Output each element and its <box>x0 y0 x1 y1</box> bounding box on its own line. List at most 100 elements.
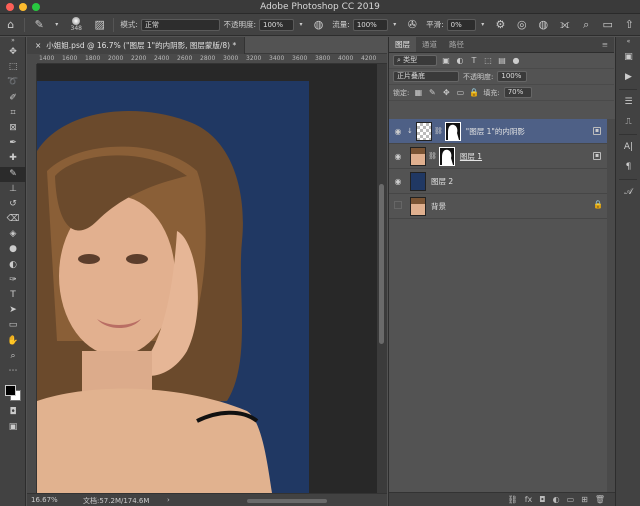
frame-tool-icon[interactable]: ⊠ <box>0 121 26 136</box>
workspace-icon[interactable]: ▭ <box>600 17 615 33</box>
hand-tool-icon[interactable]: ✋ <box>0 334 26 349</box>
pressure-size-icon[interactable]: ◍ <box>536 17 551 33</box>
lock-position-icon[interactable]: ✥ <box>441 88 451 98</box>
layer-name[interactable]: 图层 1 <box>460 151 482 162</box>
document-tab[interactable]: × 小姐姐.psd @ 16.7% ("图层 1"的内阴影, 图层蒙版/8) * <box>27 37 246 54</box>
fill-field[interactable]: 70% <box>503 87 532 98</box>
lock-artboard-icon[interactable]: ▭ <box>455 88 465 98</box>
layer-name[interactable]: 背景 <box>431 201 446 212</box>
horizontal-scroll-thumb[interactable] <box>247 499 327 503</box>
tab-paths[interactable]: 路径 <box>443 37 470 52</box>
layer-row[interactable]: ◉ ↓ ⛓ "图层 1"的内阴影 ▪ <box>389 119 607 144</box>
home-icon[interactable]: ⌂ <box>3 17 18 33</box>
visibility-toggle-empty[interactable] <box>389 201 407 211</box>
tab-layers[interactable]: 图层 <box>389 37 416 52</box>
flow-field[interactable]: 100% <box>352 18 388 31</box>
lock-transparent-icon[interactable]: ▦ <box>413 88 423 98</box>
window-controls[interactable] <box>6 3 40 11</box>
layer-mask-thumbnail[interactable] <box>444 121 461 141</box>
new-group-icon[interactable]: ▭ <box>567 495 575 504</box>
opacity-field[interactable]: 100% <box>259 18 295 31</box>
paint-bucket-tool-icon[interactable]: ◈ <box>0 227 26 242</box>
rectangle-tool-icon[interactable]: ▭ <box>0 318 26 333</box>
layer-name[interactable]: 图层 2 <box>431 176 453 187</box>
vertical-ruler[interactable] <box>27 64 37 493</box>
smoothing-field[interactable]: 0% <box>446 18 476 31</box>
trash-icon[interactable]: 🗑 <box>595 495 605 504</box>
quick-mask-icon[interactable]: ◘ <box>0 405 26 420</box>
healing-brush-tool-icon[interactable]: ✚ <box>0 151 26 166</box>
document-size[interactable]: 文档:57.2M/174.6M <box>83 496 149 506</box>
filter-type-icon[interactable]: T <box>469 56 479 66</box>
lasso-tool-icon[interactable]: ➰ <box>0 75 26 90</box>
filter-smart-object-icon[interactable]: ▤ <box>497 56 507 66</box>
more-tools-icon[interactable]: ⋯ <box>0 364 26 379</box>
visibility-eye-icon[interactable]: ◉ <box>389 177 407 186</box>
layer-row[interactable]: ◉ ⛓ 图层 1 ▪ <box>389 144 607 169</box>
chevron-down-icon[interactable]: ▾ <box>479 17 487 33</box>
quick-select-tool-icon[interactable]: ✐ <box>0 91 26 106</box>
layer-mask-thumbnail[interactable] <box>438 146 455 166</box>
eyedropper-tool-icon[interactable]: ✒ <box>0 136 26 151</box>
adjustment-layer-icon[interactable]: ◐ <box>553 495 560 504</box>
close-window-button[interactable] <box>6 3 14 11</box>
marquee-tool-icon[interactable]: ⬚ <box>0 60 26 75</box>
filter-pixel-icon[interactable]: ▣ <box>441 56 451 66</box>
layer-opacity-field[interactable]: 100% <box>497 71 528 82</box>
glyphs-panel-icon[interactable]: 𝒜 <box>616 182 640 202</box>
layer-row[interactable]: ◉ 图层 2 <box>389 169 607 194</box>
vertical-scrollbar[interactable] <box>377 64 387 493</box>
properties-panel-icon[interactable]: ☰ <box>616 92 640 112</box>
foreground-color-swatch[interactable] <box>5 385 16 397</box>
share-icon[interactable]: ⇧ <box>621 17 636 33</box>
blur-tool-icon[interactable]: ● <box>0 242 26 257</box>
brush-tool-icon[interactable]: ✎ <box>0 166 26 182</box>
eraser-tool-icon[interactable]: ⌫ <box>0 212 26 227</box>
chevron-down-icon[interactable]: ▾ <box>391 17 399 33</box>
history-panel-icon[interactable]: ▣ <box>616 47 640 67</box>
mode-select[interactable]: 正常 <box>140 18 221 31</box>
character-panel-icon[interactable]: A| <box>616 137 640 157</box>
ruler-origin[interactable] <box>27 54 37 64</box>
brush-settings-icon[interactable]: ▨ <box>92 17 107 33</box>
type-tool-icon[interactable]: T <box>0 288 26 303</box>
tab-channels[interactable]: 通道 <box>416 37 443 52</box>
search-icon[interactable]: ⌕ <box>579 17 594 33</box>
layer-filter-select[interactable]: ⌕ 类型 <box>393 55 437 66</box>
brush-preset-picker[interactable]: 348 <box>66 17 87 32</box>
clone-stamp-tool-icon[interactable]: ⊥ <box>0 182 26 197</box>
color-swatches[interactable] <box>0 383 25 405</box>
zoom-level[interactable]: 16.67% <box>31 496 58 504</box>
collapse-icon[interactable]: » <box>0 37 26 45</box>
blend-mode-select[interactable]: 正片叠底 <box>393 71 459 82</box>
gear-icon[interactable]: ⚙ <box>493 17 508 33</box>
filter-toggle-icon[interactable]: ● <box>511 56 521 66</box>
filter-shape-icon[interactable]: ⬚ <box>483 56 493 66</box>
airbrush-icon[interactable]: ✇ <box>405 17 420 33</box>
symmetry-icon[interactable]: ⟗ <box>557 17 572 33</box>
link-layers-icon[interactable]: ⛓ <box>508 495 518 504</box>
visibility-eye-icon[interactable]: ◉ <box>389 127 407 136</box>
minimize-window-button[interactable] <box>19 3 27 11</box>
pen-tool-icon[interactable]: ✑ <box>0 273 26 288</box>
vertical-scroll-thumb[interactable] <box>379 184 384 344</box>
dodge-tool-icon[interactable]: ◐ <box>0 258 26 273</box>
panel-menu-icon[interactable]: ≡ <box>596 37 614 52</box>
layer-row[interactable]: 背景 🔒 <box>389 194 607 219</box>
lock-all-icon[interactable]: 🔒 <box>469 88 479 98</box>
status-menu-icon[interactable]: › <box>167 496 170 504</box>
close-tab-icon[interactable]: × <box>35 41 41 50</box>
play-action-icon[interactable]: ▶ <box>616 67 640 87</box>
horizontal-ruler[interactable]: 1400 1600 1800 2000 2200 2400 2600 2800 … <box>37 54 387 64</box>
layer-style-icon[interactable]: fx <box>525 495 533 504</box>
pressure-opacity-icon[interactable]: ◍ <box>311 17 326 33</box>
new-layer-icon[interactable]: ⊞ <box>581 495 588 504</box>
crop-tool-icon[interactable]: ⌗ <box>0 106 26 121</box>
canvas-area[interactable] <box>37 64 377 493</box>
screen-mode-icon[interactable]: ▣ <box>0 420 26 435</box>
history-brush-tool-icon[interactable]: ↺ <box>0 197 26 212</box>
paragraph-panel-icon[interactable]: ¶ <box>616 157 640 177</box>
visibility-eye-icon[interactable]: ◉ <box>389 152 407 161</box>
chevron-down-icon[interactable]: ▾ <box>53 17 61 33</box>
zoom-tool-icon[interactable]: ⌕ <box>0 349 26 364</box>
